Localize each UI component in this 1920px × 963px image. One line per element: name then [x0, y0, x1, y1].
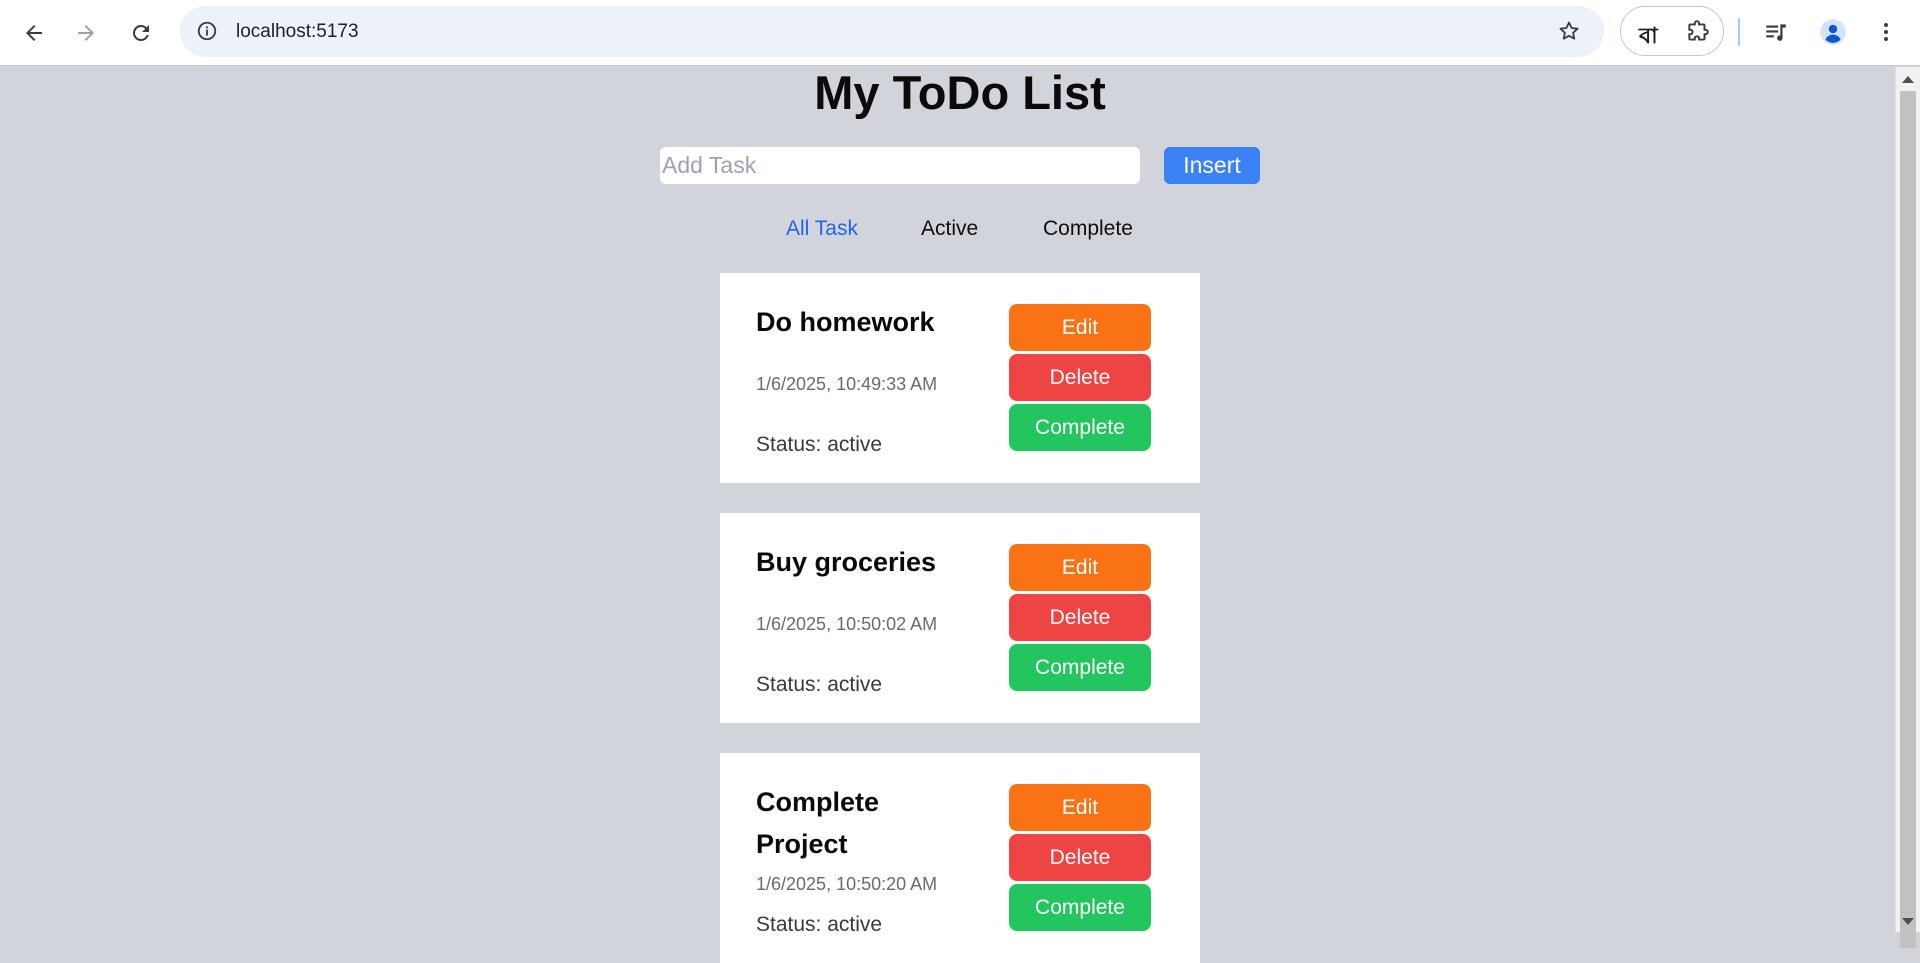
- forward-button[interactable]: [66, 13, 106, 53]
- task-date: 1/6/2025, 10:50:20 AM: [756, 874, 938, 894]
- language-extension-button[interactable]: বা: [1639, 19, 1658, 56]
- task-status: Status: active: [756, 433, 883, 456]
- page-title: My ToDo List: [814, 66, 1106, 119]
- task-title: Do homework: [756, 307, 935, 337]
- add-task-input[interactable]: [660, 147, 1140, 184]
- scrollbar-thumb[interactable]: [1900, 91, 1916, 948]
- site-info-icon[interactable]: [194, 18, 220, 44]
- task-date: 1/6/2025, 10:49:33 AM: [756, 374, 938, 394]
- task-title: Complete Project: [756, 787, 880, 859]
- reload-button[interactable]: [121, 13, 161, 53]
- filter-complete[interactable]: Complete: [1043, 217, 1133, 241]
- complete-button[interactable]: Complete: [1009, 644, 1151, 691]
- task-date: 1/6/2025, 10:50:02 AM: [756, 614, 938, 634]
- edit-button[interactable]: Edit: [1009, 784, 1151, 831]
- delete-button[interactable]: Delete: [1009, 354, 1151, 401]
- arrow-left-icon: [26, 25, 42, 41]
- complete-button[interactable]: Complete: [1009, 884, 1151, 931]
- scroll-down-arrow-icon[interactable]: [1902, 918, 1914, 925]
- extensions-group: বা: [1620, 6, 1724, 56]
- insert-button[interactable]: Insert: [1164, 147, 1260, 184]
- task-card: Do homework 1/6/2025, 10:49:33 AM Status…: [720, 273, 1200, 483]
- media-controls-icon[interactable]: [1762, 18, 1790, 46]
- delete-button[interactable]: Delete: [1009, 594, 1151, 641]
- profile-avatar-icon[interactable]: [1819, 18, 1847, 46]
- complete-button[interactable]: Complete: [1009, 404, 1151, 451]
- reload-icon: [132, 24, 149, 41]
- filter-active[interactable]: Active: [921, 217, 978, 241]
- page-scrollbar[interactable]: [1895, 67, 1920, 948]
- url-text[interactable]: localhost:5173: [236, 21, 359, 43]
- browser-toolbar: localhost:5173 বা: [0, 0, 1920, 66]
- edit-button[interactable]: Edit: [1009, 544, 1151, 591]
- task-status: Status: active: [756, 673, 883, 696]
- menu-kebab-icon[interactable]: [1872, 18, 1900, 46]
- extensions-puzzle-icon[interactable]: [1685, 19, 1711, 45]
- todo-page: My ToDo List Insert All Task Active Comp…: [0, 67, 1895, 963]
- delete-button[interactable]: Delete: [1009, 834, 1151, 881]
- bookmark-star-icon[interactable]: [1556, 18, 1582, 44]
- arrow-right-icon: [78, 25, 94, 41]
- task-title: Buy groceries: [756, 547, 937, 577]
- toolbar-separator: [1738, 18, 1740, 46]
- task-card: Buy groceries 1/6/2025, 10:50:02 AM Stat…: [720, 513, 1200, 723]
- task-status: Status: active: [756, 913, 883, 936]
- filter-tabs: All Task Active Complete: [0, 217, 1920, 247]
- edit-button[interactable]: Edit: [1009, 304, 1151, 351]
- scroll-up-arrow-icon[interactable]: [1902, 76, 1914, 83]
- filter-all-task[interactable]: All Task: [786, 217, 858, 241]
- back-button[interactable]: [14, 13, 54, 53]
- address-bar[interactable]: localhost:5173: [180, 6, 1604, 57]
